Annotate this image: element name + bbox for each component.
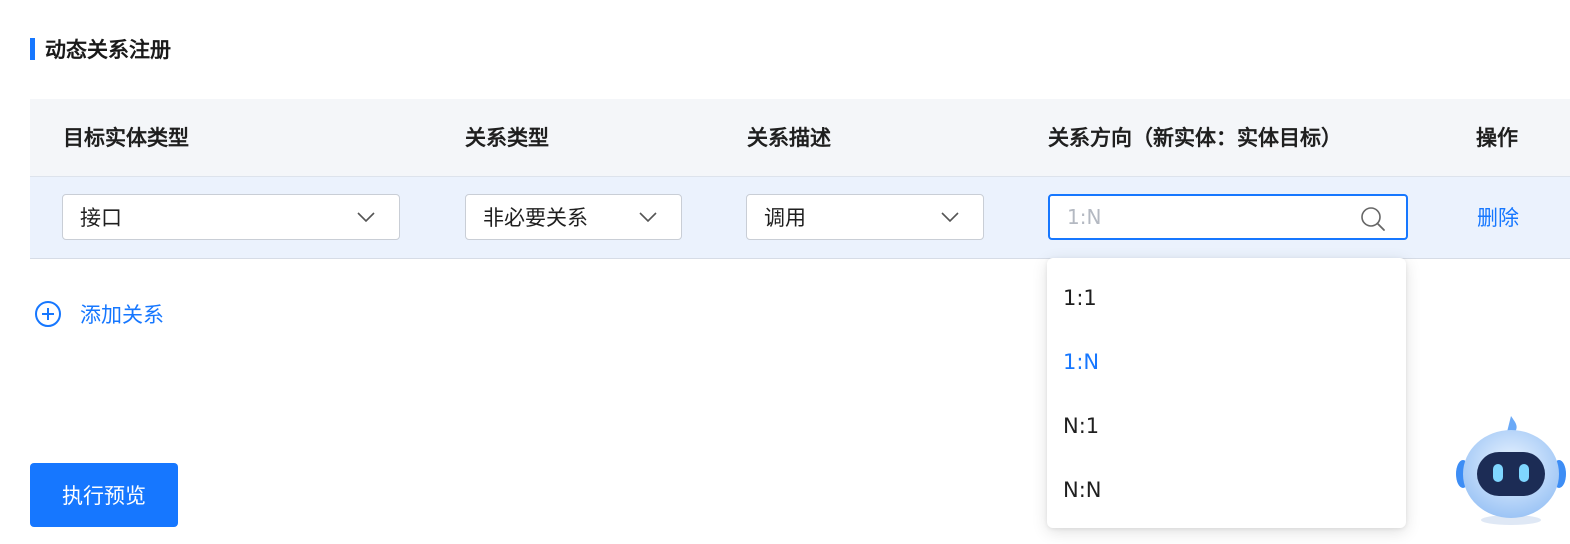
section-title: 动态关系注册 bbox=[30, 36, 171, 62]
robot-assistant-icon[interactable] bbox=[1455, 412, 1567, 528]
header-relation-direction: 关系方向（新实体：实体目标） bbox=[1048, 126, 1342, 150]
dropdown-option-n-1[interactable]: N:1 bbox=[1047, 394, 1406, 458]
dropdown-option-1-1[interactable]: 1:1 bbox=[1047, 266, 1406, 330]
header-operation: 操作 bbox=[1476, 126, 1518, 150]
relation-type-select[interactable]: 非必要关系 bbox=[465, 194, 682, 240]
relation-type-value: 非必要关系 bbox=[483, 206, 588, 230]
section-title-text: 动态关系注册 bbox=[45, 38, 171, 62]
target-entity-type-value: 接口 bbox=[80, 206, 122, 230]
relation-desc-select[interactable]: 调用 bbox=[746, 194, 984, 240]
direction-dropdown-menu: 1:1 1:N N:1 N:N bbox=[1047, 258, 1406, 528]
chevron-down-icon bbox=[357, 212, 375, 223]
dropdown-option-n-n[interactable]: N:N bbox=[1047, 458, 1406, 522]
delete-link[interactable]: 删除 bbox=[1477, 177, 1519, 259]
table-header: 目标实体类型 关系类型 关系描述 关系方向（新实体：实体目标） 操作 bbox=[30, 99, 1570, 177]
add-relation-button[interactable]: 添加关系 bbox=[34, 299, 164, 329]
relation-desc-value: 调用 bbox=[764, 206, 806, 230]
header-relation-type: 关系类型 bbox=[465, 126, 549, 150]
relation-direction-placeholder: 1:N bbox=[1067, 205, 1102, 229]
dropdown-option-1-n[interactable]: 1:N bbox=[1047, 330, 1406, 394]
relation-table: 目标实体类型 关系类型 关系描述 关系方向（新实体：实体目标） 操作 接口 非必… bbox=[30, 99, 1570, 259]
plus-circle-icon bbox=[35, 301, 61, 327]
header-relation-desc: 关系描述 bbox=[747, 126, 831, 150]
chevron-down-icon bbox=[639, 212, 657, 223]
add-relation-label: 添加关系 bbox=[80, 303, 164, 327]
header-target-entity-type: 目标实体类型 bbox=[63, 126, 189, 150]
search-icon bbox=[1361, 207, 1385, 231]
chevron-down-icon bbox=[941, 212, 959, 223]
relation-direction-select[interactable]: 1:N bbox=[1048, 194, 1408, 240]
target-entity-type-select[interactable]: 接口 bbox=[62, 194, 400, 240]
table-row: 接口 非必要关系 调用 1:N 删除 bbox=[30, 177, 1570, 259]
title-accent-bar bbox=[30, 38, 35, 60]
run-preview-button[interactable]: 执行预览 bbox=[30, 463, 178, 527]
